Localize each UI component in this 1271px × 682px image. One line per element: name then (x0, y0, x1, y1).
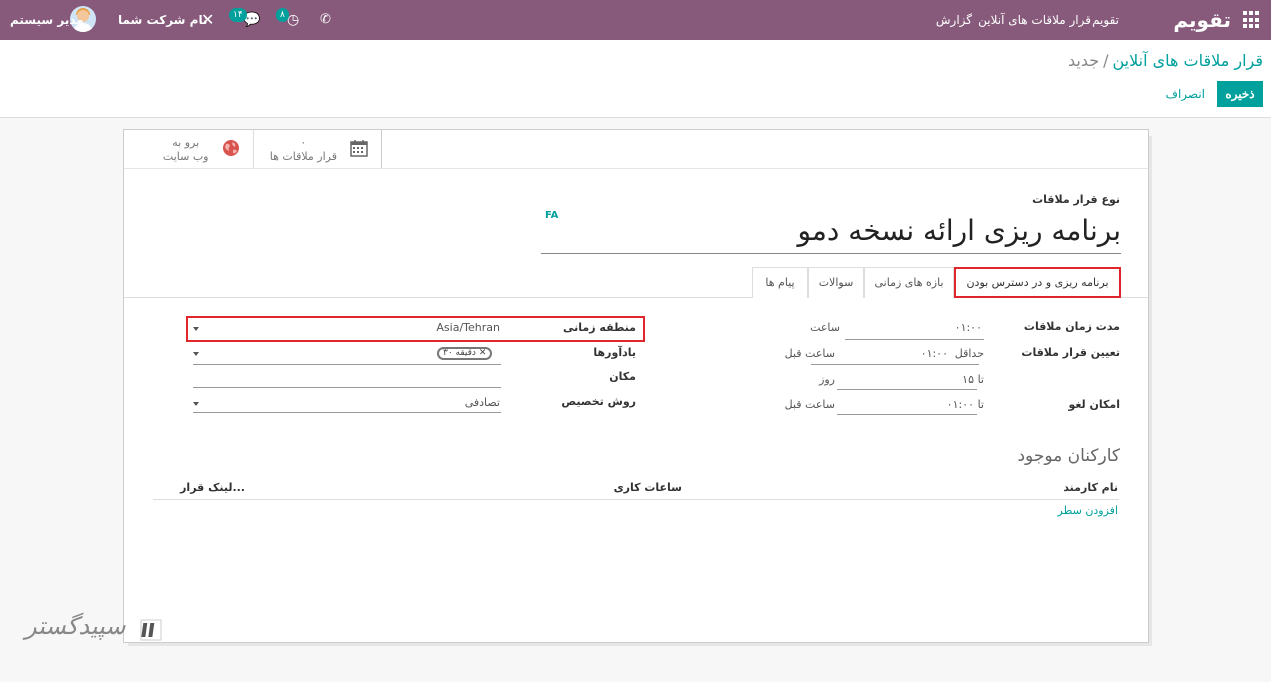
save-button[interactable]: ذخیره (1217, 81, 1263, 107)
meetings-label-text: قرار ملاقات ها (269, 150, 337, 163)
appointment-type-label: نوع قرار ملاقات (1032, 193, 1120, 206)
watermark-logo-icon (140, 619, 162, 641)
activity-badge: ۸ (276, 8, 289, 22)
scheduling-label: تعیین قرار ملاقات (1021, 346, 1120, 359)
button-box: برو به وب سایت ۰ قرار ملاقات ها (124, 130, 382, 169)
reminder-tag[interactable]: ۳۰ دقیقه ✕ (437, 347, 493, 360)
column-working-hours[interactable]: ساعات کاری (614, 481, 682, 494)
breadcrumb: قرار ملاقات های آنلاین/جدید (1068, 51, 1263, 70)
button-box-divider (124, 168, 1148, 169)
cancel-label: امکان لغو (1068, 398, 1120, 411)
reminders-label: یادآورها (593, 346, 636, 359)
meetings-label: ۰ قرار ملاقات ها (270, 136, 337, 164)
cancel-unit: ساعت قبل (784, 398, 835, 411)
table-header-divider (153, 499, 1119, 500)
cancel-value[interactable]: ۰۱:۰۰ (947, 398, 974, 411)
company-switcher[interactable]: نام شرکت شما (118, 0, 207, 40)
appointment-title-input[interactable]: برنامه ریزی ارائه نسخه دمو (541, 214, 1121, 254)
assignment-label: روش تخصیص (561, 395, 636, 408)
calendar-icon (350, 140, 368, 157)
timezone-caret-icon[interactable] (193, 327, 199, 331)
min-underline (811, 364, 979, 365)
tab-time-slots[interactable]: بازه های زمانی (864, 267, 954, 298)
menu-reporting[interactable]: گزارش (936, 0, 972, 40)
duration-underline (845, 339, 984, 340)
employees-section-title: کارکنان موجود (1017, 446, 1120, 466)
notebook-tabs: برنامه ریزی و در دسترس بودن بازه های زما… (124, 267, 1148, 298)
duration-unit: ساعت (810, 321, 840, 334)
breadcrumb-parent-link[interactable]: قرار ملاقات های آنلاین (1112, 51, 1263, 70)
assignment-underline (193, 412, 501, 413)
breadcrumb-current: جدید (1067, 51, 1100, 70)
form-sheet: برو به وب سایت ۰ قرار ملاقات ها نوع قرار… (123, 129, 1149, 643)
control-panel: قرار ملاقات های آنلاین/جدید ذخیره انصراف (0, 40, 1271, 118)
duration-label: مدت زمان ملاقات (1023, 320, 1120, 333)
globe-icon (222, 140, 239, 156)
column-employee-name[interactable]: نام کارمند (1063, 481, 1118, 494)
cancel-prefix: تا (977, 398, 984, 411)
remove-tag-icon[interactable]: ✕ (479, 348, 487, 358)
assignment-caret-icon[interactable] (193, 402, 199, 406)
menu-online-appointments[interactable]: قرار ملاقات های آنلاین (978, 0, 1091, 40)
phone-icon[interactable]: ✆ (320, 0, 331, 40)
max-prefix: تا (977, 373, 984, 386)
watermark-text: سپیدگستر (25, 612, 126, 640)
min-unit: ساعت قبل (784, 347, 835, 360)
min-value[interactable]: ۰۱:۰۰ (921, 347, 948, 360)
assignment-select[interactable]: تصادفی (465, 396, 500, 409)
reminder-tag-text: ۳۰ دقیقه (443, 348, 476, 358)
meetings-stat-button[interactable]: ۰ قرار ملاقات ها (252, 130, 382, 169)
website-label-line2: وب سایت (162, 150, 209, 163)
tab-scheduling-availability[interactable]: برنامه ریزی و در دسترس بودن (954, 267, 1121, 298)
timezone-select[interactable]: Asia/Tehran (436, 321, 500, 334)
max-value[interactable]: ۱۵ (962, 373, 974, 386)
max-underline (837, 389, 977, 390)
website-label-line1: برو به (172, 136, 200, 149)
menu-calendar[interactable]: تقویم (1092, 0, 1119, 40)
top-navbar: تقویم تقویم قرار ملاقات های آنلاین گزارش… (0, 0, 1271, 40)
timezone-label: منطقه زمانی (563, 321, 636, 334)
meetings-count: ۰ (300, 136, 307, 149)
discard-button[interactable]: انصراف (1166, 81, 1205, 107)
column-meeting-link[interactable]: لینک قرار... (180, 481, 245, 494)
reminders-caret-icon[interactable] (193, 352, 199, 356)
breadcrumb-separator: / (1103, 51, 1109, 70)
go-to-website-button[interactable]: برو به وب سایت (124, 130, 253, 169)
location-input[interactable] (193, 387, 501, 388)
activity-clock-icon[interactable]: ◷ (287, 0, 299, 40)
cancel-underline (837, 414, 977, 415)
min-prefix: حداقل (954, 347, 984, 360)
website-label: برو به وب سایت (163, 136, 209, 164)
duration-value[interactable]: ۰۱:۰۰ (955, 321, 982, 334)
location-label: مکان (609, 370, 636, 383)
tab-messages[interactable]: پیام ها (752, 267, 808, 298)
user-menu[interactable]: مدیر سیستم (10, 0, 84, 40)
tab-questions[interactable]: سوالات (808, 267, 864, 298)
chat-badge: ۱۴ (229, 8, 247, 22)
reminders-underline (193, 364, 501, 365)
chat-icon[interactable]: 💬 (243, 0, 260, 40)
add-line-link[interactable]: افزودن سطر (1058, 504, 1118, 517)
app-brand[interactable]: تقویم (1173, 0, 1231, 40)
apps-grid-icon[interactable] (1243, 11, 1261, 29)
max-unit: روز (819, 373, 835, 386)
